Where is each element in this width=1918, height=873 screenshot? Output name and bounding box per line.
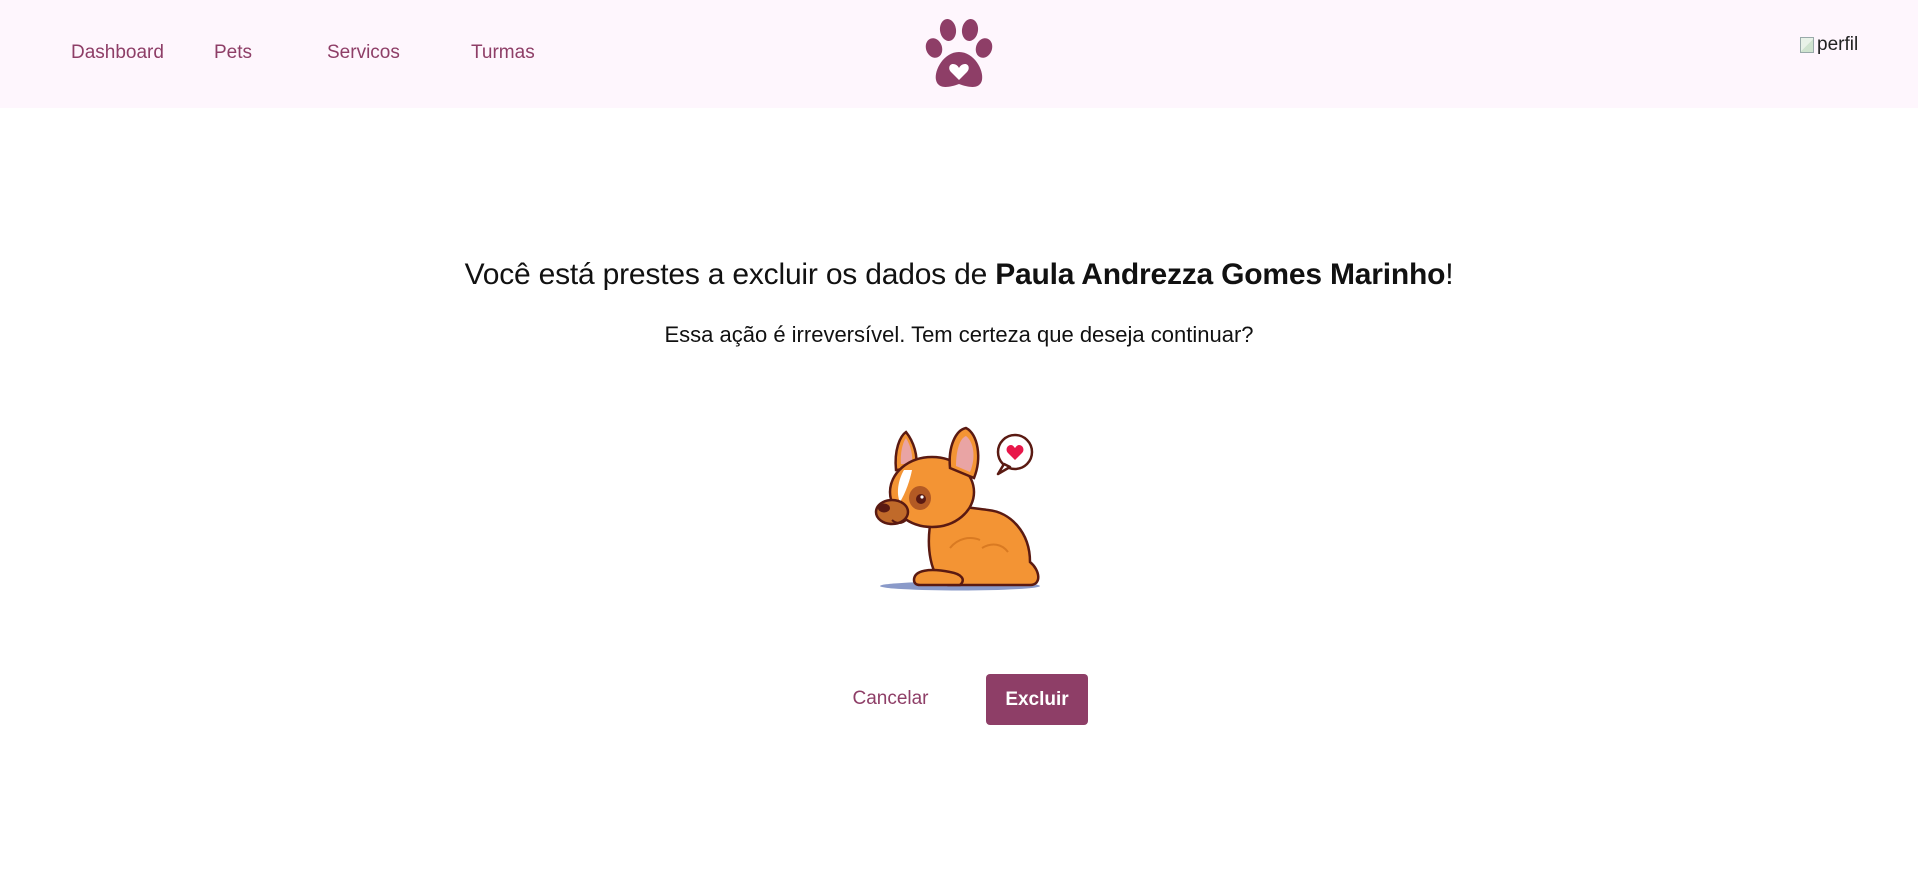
broken-image-icon <box>1800 37 1814 53</box>
warning-message: Essa ação é irreversível. Tem certeza qu… <box>664 322 1254 347</box>
nav-link-servicos[interactable]: Servicos <box>327 42 471 64</box>
title-prefix: Você está prestes a excluir os dados de <box>464 258 996 291</box>
sad-dog-illustration <box>870 420 1050 595</box>
profile-avatar[interactable]: perfil <box>1800 32 1865 58</box>
paw-heart-icon[interactable] <box>922 18 996 90</box>
person-name: Paula Andrezza Gomes Marinho <box>995 258 1446 291</box>
profile-alt-text: perfil <box>1817 34 1859 55</box>
delete-button[interactable]: Excluir <box>986 674 1088 725</box>
nav-link-turmas[interactable]: Turmas <box>471 42 561 64</box>
top-navbar: Dashboard Pets Servicos Turmas perfil <box>0 0 1918 108</box>
nav-link-dashboard[interactable]: Dashboard <box>71 42 214 64</box>
page-title: Você está prestes a excluir os dados de … <box>0 258 1918 292</box>
nav-links: Dashboard Pets Servicos Turmas <box>71 42 561 64</box>
cancel-button[interactable]: Cancelar <box>838 674 943 724</box>
title-suffix: ! <box>1445 258 1454 291</box>
nav-link-pets[interactable]: Pets <box>214 42 327 64</box>
